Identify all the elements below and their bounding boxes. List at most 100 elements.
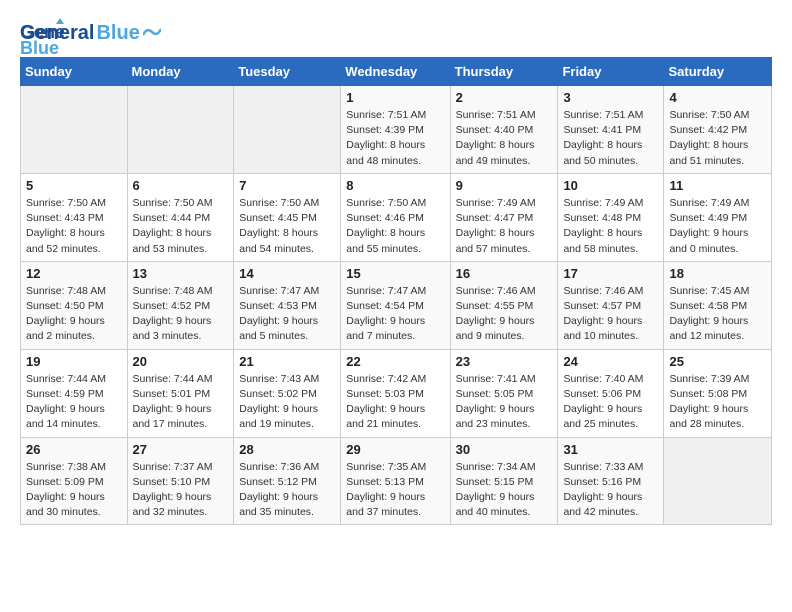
day-header-monday: Monday bbox=[127, 58, 234, 86]
day-cell: 26Sunrise: 7:38 AMSunset: 5:09 PMDayligh… bbox=[21, 437, 128, 525]
day-info: Sunrise: 7:50 AMSunset: 4:46 PMDaylight:… bbox=[346, 196, 444, 257]
logo-icon: General Blue bbox=[20, 16, 64, 60]
day-info: Sunrise: 7:35 AMSunset: 5:13 PMDaylight:… bbox=[346, 460, 444, 521]
day-info: Sunrise: 7:37 AMSunset: 5:10 PMDaylight:… bbox=[133, 460, 229, 521]
day-number: 18 bbox=[669, 266, 766, 281]
day-info: Sunrise: 7:36 AMSunset: 5:12 PMDaylight:… bbox=[239, 460, 335, 521]
day-number: 29 bbox=[346, 442, 444, 457]
day-info: Sunrise: 7:51 AMSunset: 4:41 PMDaylight:… bbox=[563, 108, 658, 169]
page: General Blue General Blue SundayMon bbox=[0, 0, 792, 541]
day-cell: 20Sunrise: 7:44 AMSunset: 5:01 PMDayligh… bbox=[127, 349, 234, 437]
day-info: Sunrise: 7:48 AMSunset: 4:52 PMDaylight:… bbox=[133, 284, 229, 345]
day-cell bbox=[127, 86, 234, 174]
header: General Blue General Blue bbox=[20, 16, 772, 45]
logo-blue: Blue bbox=[96, 22, 139, 45]
day-cell: 2Sunrise: 7:51 AMSunset: 4:40 PMDaylight… bbox=[450, 86, 558, 174]
day-number: 16 bbox=[456, 266, 553, 281]
day-info: Sunrise: 7:51 AMSunset: 4:39 PMDaylight:… bbox=[346, 108, 444, 169]
day-header-saturday: Saturday bbox=[664, 58, 772, 86]
day-number: 8 bbox=[346, 178, 444, 193]
day-cell: 21 Sunrise: 7:43 AMSunset: 5:02 PMDayligh… bbox=[234, 349, 341, 437]
day-number: 11 bbox=[669, 178, 766, 193]
day-cell: 8 Sunrise: 7:50 AMSunset: 4:46 PMDaylight… bbox=[341, 173, 450, 261]
day-cell: 7Sunrise: 7:50 AMSunset: 4:45 PMDaylight… bbox=[234, 173, 341, 261]
day-info: Sunrise: 7:47 AMSunset: 4:53 PMDaylight:… bbox=[239, 284, 335, 345]
calendar-table: SundayMondayTuesdayWednesdayThursdayFrid… bbox=[20, 57, 772, 525]
day-number: 3 bbox=[563, 90, 658, 105]
logo: General Blue General Blue bbox=[20, 16, 161, 45]
day-info: Sunrise: 7:46 AMSunset: 4:57 PMDaylight:… bbox=[563, 284, 658, 345]
day-info: Sunrise: 7:43 AMSunset: 5:02 PMDaylight:… bbox=[239, 372, 335, 433]
day-cell: 15 Sunrise: 7:47 AMSunset: 4:54 PMDayligh… bbox=[341, 261, 450, 349]
day-cell: 31 Sunrise: 7:33 AMSunset: 5:16 PMDayligh… bbox=[558, 437, 664, 525]
day-number: 23 bbox=[456, 354, 553, 369]
calendar-header-row: SundayMondayTuesdayWednesdayThursdayFrid… bbox=[21, 58, 772, 86]
day-info: Sunrise: 7:40 AMSunset: 5:06 PMDaylight:… bbox=[563, 372, 658, 433]
day-number: 17 bbox=[563, 266, 658, 281]
day-cell: 3 Sunrise: 7:51 AMSunset: 4:41 PMDaylight… bbox=[558, 86, 664, 174]
day-info: Sunrise: 7:47 AMSunset: 4:54 PMDaylight:… bbox=[346, 284, 444, 345]
day-header-thursday: Thursday bbox=[450, 58, 558, 86]
svg-text:Blue: Blue bbox=[20, 38, 59, 58]
day-header-sunday: Sunday bbox=[21, 58, 128, 86]
week-row-3: 12 Sunrise: 7:48 AMSunset: 4:50 PMDayligh… bbox=[21, 261, 772, 349]
day-number: 21 bbox=[239, 354, 335, 369]
day-info: Sunrise: 7:42 AMSunset: 5:03 PMDaylight:… bbox=[346, 372, 444, 433]
day-number: 20 bbox=[133, 354, 229, 369]
day-number: 1 bbox=[346, 90, 444, 105]
day-number: 5 bbox=[26, 178, 122, 193]
week-row-4: 19Sunrise: 7:44 AMSunset: 4:59 PMDayligh… bbox=[21, 349, 772, 437]
day-info: Sunrise: 7:46 AMSunset: 4:55 PMDaylight:… bbox=[456, 284, 553, 345]
day-cell: 10 Sunrise: 7:49 AMSunset: 4:48 PMDayligh… bbox=[558, 173, 664, 261]
day-number: 26 bbox=[26, 442, 122, 457]
week-row-5: 26Sunrise: 7:38 AMSunset: 5:09 PMDayligh… bbox=[21, 437, 772, 525]
day-number: 6 bbox=[133, 178, 229, 193]
day-header-friday: Friday bbox=[558, 58, 664, 86]
day-number: 2 bbox=[456, 90, 553, 105]
day-number: 14 bbox=[239, 266, 335, 281]
day-cell: 18 Sunrise: 7:45 AMSunset: 4:58 PMDayligh… bbox=[664, 261, 772, 349]
day-cell: 19Sunrise: 7:44 AMSunset: 4:59 PMDayligh… bbox=[21, 349, 128, 437]
day-cell: 14 Sunrise: 7:47 AMSunset: 4:53 PMDayligh… bbox=[234, 261, 341, 349]
day-info: Sunrise: 7:49 AMSunset: 4:48 PMDaylight:… bbox=[563, 196, 658, 257]
day-info: Sunrise: 7:45 AMSunset: 4:58 PMDaylight:… bbox=[669, 284, 766, 345]
week-row-2: 5 Sunrise: 7:50 AMSunset: 4:43 PMDaylight… bbox=[21, 173, 772, 261]
day-info: Sunrise: 7:39 AMSunset: 5:08 PMDaylight:… bbox=[669, 372, 766, 433]
day-number: 13 bbox=[133, 266, 229, 281]
day-cell: 29 Sunrise: 7:35 AMSunset: 5:13 PMDayligh… bbox=[341, 437, 450, 525]
day-number: 4 bbox=[669, 90, 766, 105]
day-cell: 6 Sunrise: 7:50 AMSunset: 4:44 PMDaylight… bbox=[127, 173, 234, 261]
day-info: Sunrise: 7:33 AMSunset: 5:16 PMDaylight:… bbox=[563, 460, 658, 521]
day-cell: 16 Sunrise: 7:46 AMSunset: 4:55 PMDayligh… bbox=[450, 261, 558, 349]
day-cell: 30 Sunrise: 7:34 AMSunset: 5:15 PMDayligh… bbox=[450, 437, 558, 525]
day-number: 25 bbox=[669, 354, 766, 369]
day-cell: 22Sunrise: 7:42 AMSunset: 5:03 PMDayligh… bbox=[341, 349, 450, 437]
day-number: 27 bbox=[133, 442, 229, 457]
day-header-wednesday: Wednesday bbox=[341, 58, 450, 86]
day-number: 9 bbox=[456, 178, 553, 193]
day-cell: 17 Sunrise: 7:46 AMSunset: 4:57 PMDayligh… bbox=[558, 261, 664, 349]
day-number: 31 bbox=[563, 442, 658, 457]
day-cell: 11 Sunrise: 7:49 AMSunset: 4:49 PMDayligh… bbox=[664, 173, 772, 261]
day-cell: 25 Sunrise: 7:39 AMSunset: 5:08 PMDayligh… bbox=[664, 349, 772, 437]
day-cell: 1 Sunrise: 7:51 AMSunset: 4:39 PMDaylight… bbox=[341, 86, 450, 174]
day-info: Sunrise: 7:50 AMSunset: 4:43 PMDaylight:… bbox=[26, 196, 122, 257]
day-number: 12 bbox=[26, 266, 122, 281]
day-number: 15 bbox=[346, 266, 444, 281]
day-info: Sunrise: 7:48 AMSunset: 4:50 PMDaylight:… bbox=[26, 284, 122, 345]
day-number: 19 bbox=[26, 354, 122, 369]
day-info: Sunrise: 7:50 AMSunset: 4:42 PMDaylight:… bbox=[669, 108, 766, 169]
day-info: Sunrise: 7:49 AMSunset: 4:47 PMDaylight:… bbox=[456, 196, 553, 257]
day-number: 28 bbox=[239, 442, 335, 457]
day-cell: 4 Sunrise: 7:50 AMSunset: 4:42 PMDaylight… bbox=[664, 86, 772, 174]
day-info: Sunrise: 7:50 AMSunset: 4:44 PMDaylight:… bbox=[133, 196, 229, 257]
day-number: 30 bbox=[456, 442, 553, 457]
day-cell: 5 Sunrise: 7:50 AMSunset: 4:43 PMDaylight… bbox=[21, 173, 128, 261]
day-number: 10 bbox=[563, 178, 658, 193]
day-info: Sunrise: 7:49 AMSunset: 4:49 PMDaylight:… bbox=[669, 196, 766, 257]
day-cell: 12 Sunrise: 7:48 AMSunset: 4:50 PMDayligh… bbox=[21, 261, 128, 349]
day-cell: 9 Sunrise: 7:49 AMSunset: 4:47 PMDaylight… bbox=[450, 173, 558, 261]
day-cell: 24Sunrise: 7:40 AMSunset: 5:06 PMDayligh… bbox=[558, 349, 664, 437]
day-info: Sunrise: 7:50 AMSunset: 4:45 PMDaylight:… bbox=[239, 196, 335, 257]
day-info: Sunrise: 7:34 AMSunset: 5:15 PMDaylight:… bbox=[456, 460, 553, 521]
